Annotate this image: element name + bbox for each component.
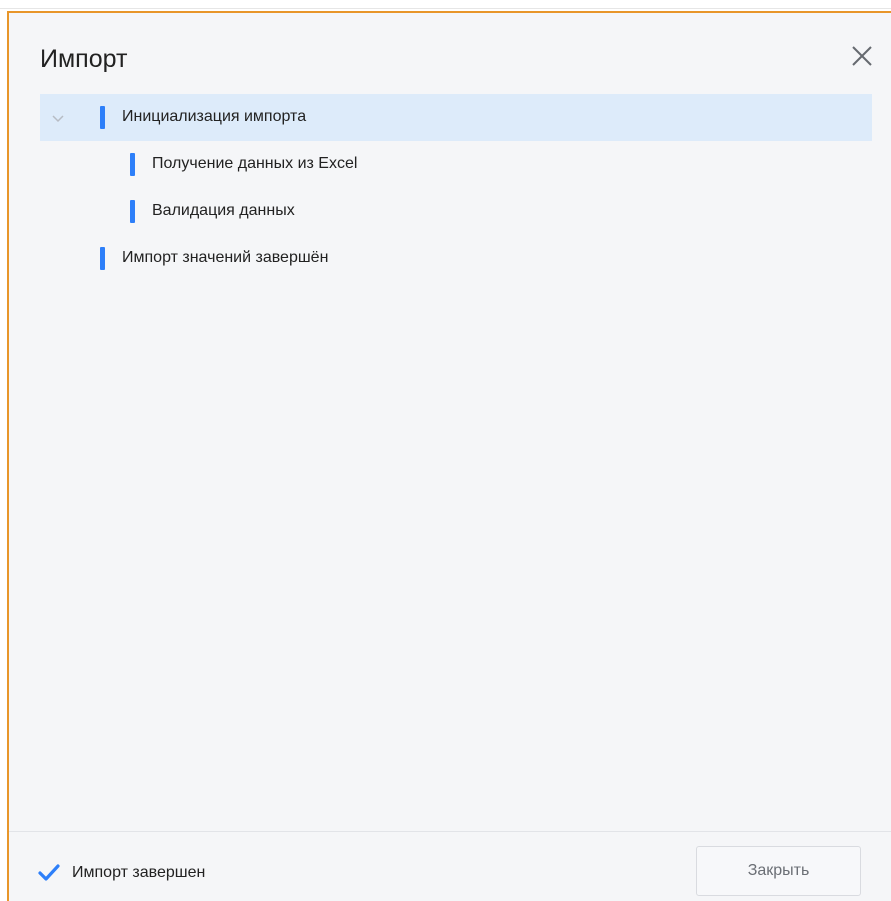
import-steps-tree: Инициализация импорта Получение данных и… — [40, 94, 872, 282]
tree-item-label: Валидация данных — [152, 202, 295, 219]
dialog-title: Импорт — [40, 45, 128, 73]
status-bar — [130, 153, 135, 176]
checkmark-icon — [37, 861, 61, 885]
status-text: Импорт завершен — [72, 864, 206, 881]
chevron-down-icon[interactable] — [50, 110, 66, 126]
tree-item-label: Получение данных из Excel — [152, 155, 358, 172]
footer-divider — [9, 831, 891, 832]
tree-item-label: Инициализация импорта — [122, 108, 307, 125]
status-bar — [100, 106, 105, 129]
import-dialog: Импорт Инициализация импорта Получение д… — [7, 11, 891, 901]
top-strip — [0, 0, 891, 9]
tree-item-initialization[interactable]: Инициализация импорта — [40, 94, 872, 141]
tree-item-label: Импорт значений завершён — [122, 249, 329, 266]
status-bar — [100, 247, 105, 270]
tree-item-excel-data[interactable]: Получение данных из Excel — [40, 141, 872, 188]
tree-item-import-complete[interactable]: Импорт значений завершён — [40, 235, 872, 282]
tree-item-validation[interactable]: Валидация данных — [40, 188, 872, 235]
status-bar — [130, 200, 135, 223]
close-button[interactable]: Закрыть — [696, 846, 861, 896]
close-icon[interactable] — [847, 41, 877, 71]
